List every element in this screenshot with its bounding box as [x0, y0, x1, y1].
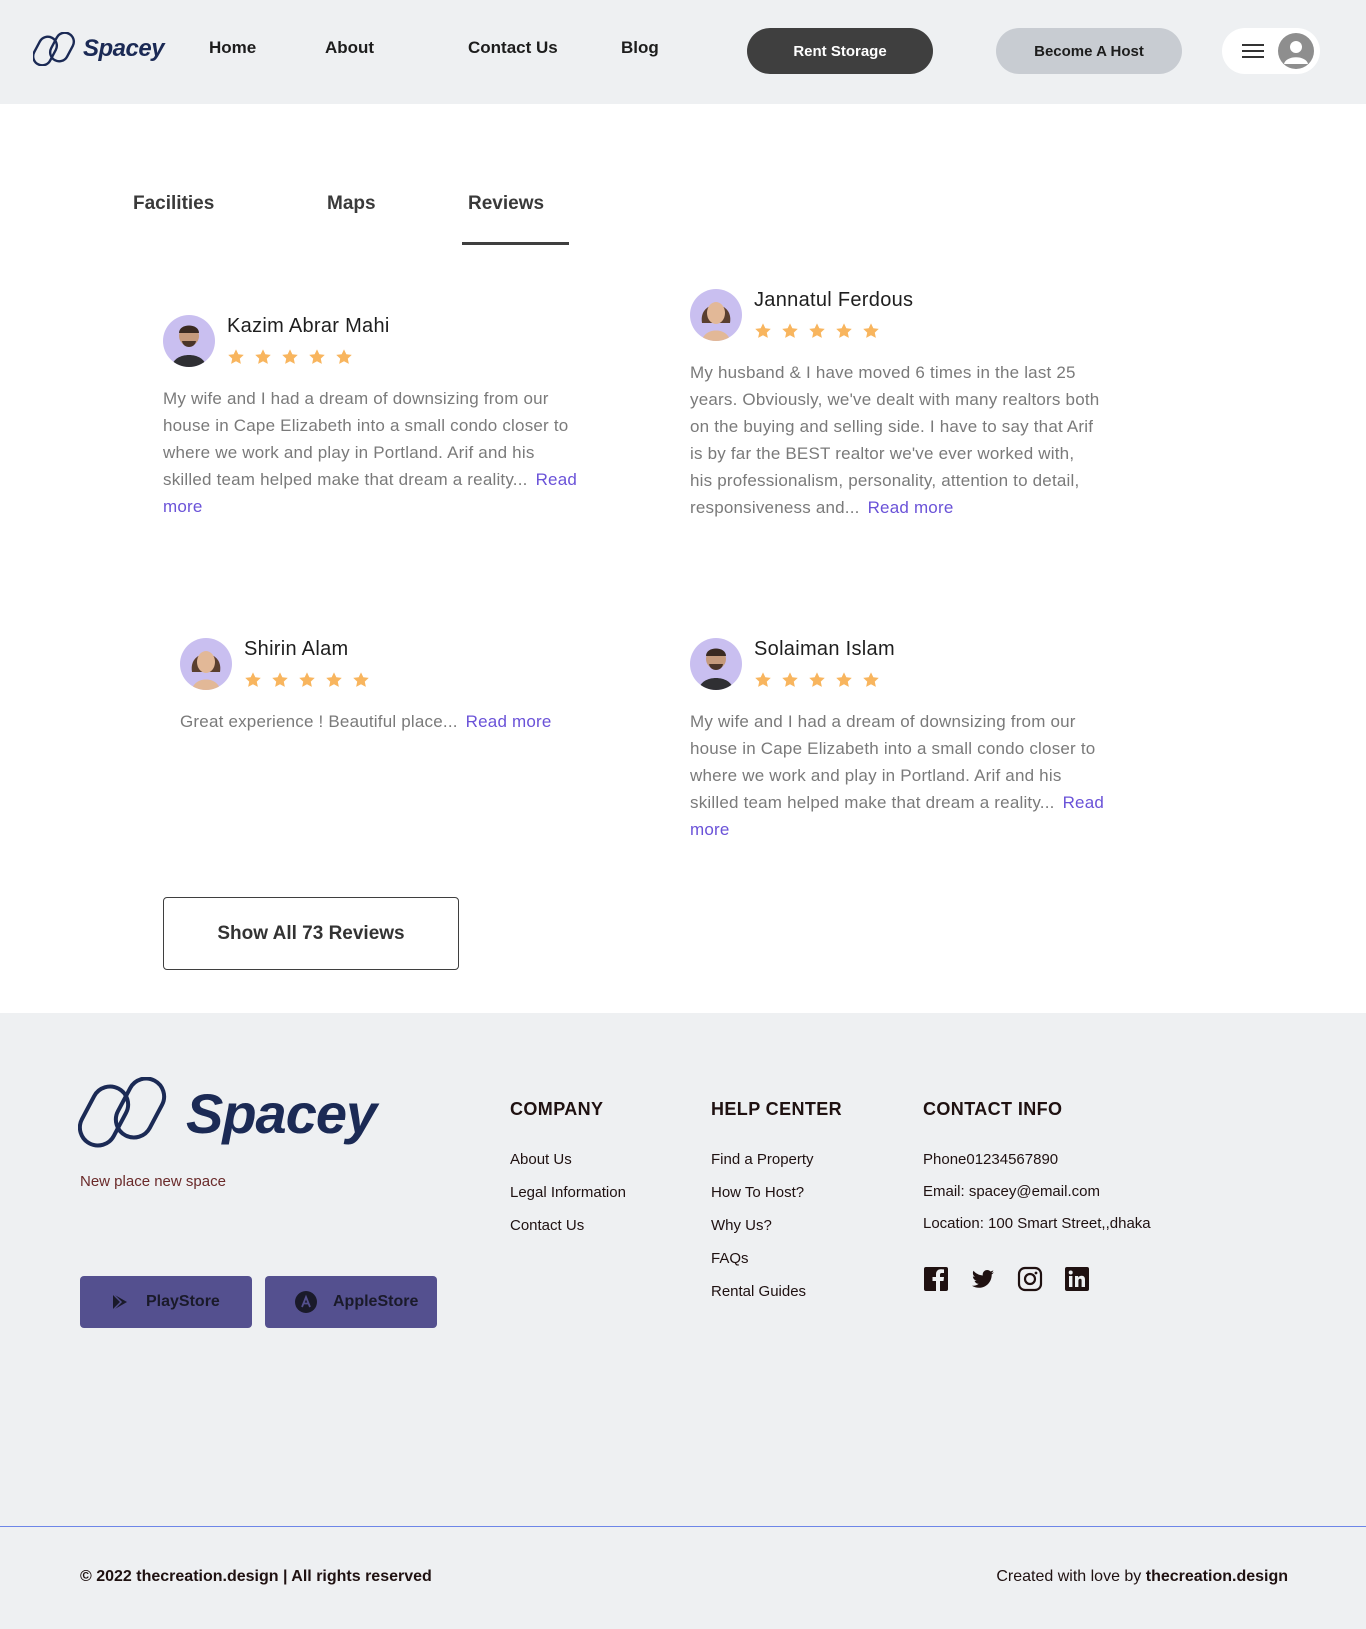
- footer-link-how-to-host[interactable]: How To Host?: [711, 1184, 804, 1201]
- star-icon: [755, 672, 771, 687]
- star-icon: [782, 672, 798, 687]
- footer-link-why-us[interactable]: Why Us?: [711, 1217, 772, 1234]
- active-tab-indicator: [462, 242, 569, 245]
- star-icon: [255, 349, 271, 364]
- star-icon: [836, 672, 852, 687]
- app-store-icon: [295, 1291, 317, 1313]
- user-avatar-icon: [1278, 33, 1314, 69]
- help-center-heading: HELP CENTER: [711, 1099, 843, 1119]
- reviewer-avatar: [690, 638, 742, 690]
- nav-blog[interactable]: Blog: [621, 38, 659, 58]
- applestore-label: AppleStore: [333, 1293, 419, 1310]
- applestore-button[interactable]: AppleStore: [265, 1276, 437, 1328]
- star-rating: [754, 671, 895, 689]
- company-heading: COMPANY: [510, 1099, 604, 1119]
- review-card: Jannatul Ferdous My husband & I have mov…: [690, 289, 1100, 521]
- twitter-icon[interactable]: [970, 1266, 996, 1292]
- footer-divider: [0, 1526, 1366, 1527]
- star-icon: [299, 672, 315, 687]
- review-card: Kazim Abrar Mahi My wife and I had a dre…: [163, 315, 583, 520]
- contact-email: Email: spacey@email.com: [923, 1183, 1100, 1200]
- star-icon: [836, 323, 852, 338]
- spacey-logo-icon: [33, 32, 76, 66]
- playstore-button[interactable]: PlayStore: [80, 1276, 252, 1328]
- credits-text: Created with love by thecreation.design: [996, 1568, 1288, 1586]
- star-icon: [809, 323, 825, 338]
- linkedin-icon[interactable]: [1064, 1266, 1090, 1292]
- contact-phone: Phone01234567890: [923, 1151, 1059, 1168]
- instagram-icon[interactable]: [1017, 1266, 1043, 1292]
- nav-home[interactable]: Home: [209, 38, 256, 58]
- star-icon: [336, 349, 352, 364]
- review-text: My husband & I have moved 6 times in the…: [690, 363, 1100, 517]
- contact-info-heading: CONTACT INFO: [923, 1099, 1063, 1119]
- footer-link-contact-us[interactable]: Contact Us: [510, 1217, 584, 1234]
- star-icon: [809, 672, 825, 687]
- read-more-link[interactable]: Read more: [466, 712, 552, 731]
- footer-link-find-property[interactable]: Find a Property: [711, 1151, 814, 1168]
- tab-reviews[interactable]: Reviews: [468, 193, 544, 215]
- star-icon: [326, 672, 342, 687]
- review-text: My wife and I had a dream of downsizing …: [163, 389, 569, 489]
- reviewer-avatar: [690, 289, 742, 341]
- review-card: Shirin Alam Great experience ! Beautiful…: [180, 638, 620, 735]
- logo[interactable]: Spacey: [33, 32, 165, 66]
- tagline: New place new space: [80, 1173, 226, 1190]
- play-store-icon: [112, 1293, 127, 1311]
- star-icon: [282, 349, 298, 364]
- star-icon: [755, 323, 771, 338]
- logo-text: Spacey: [83, 35, 165, 62]
- show-all-reviews-button[interactable]: Show All 73 Reviews: [163, 897, 459, 970]
- review-card: Solaiman Islam My wife and I had a dream…: [690, 638, 1110, 843]
- review-text: Great experience ! Beautiful place...: [180, 712, 458, 731]
- spacey-logo-icon: [78, 1077, 167, 1148]
- star-rating: [227, 348, 390, 366]
- nav-about[interactable]: About: [325, 38, 374, 58]
- footer-link-about-us[interactable]: About Us: [510, 1151, 572, 1168]
- star-rating: [754, 322, 913, 340]
- footer-link-faqs[interactable]: FAQs: [711, 1250, 749, 1267]
- contact-location: Location: 100 Smart Street,,dhaka: [923, 1215, 1151, 1232]
- star-icon: [228, 349, 244, 364]
- reviewer-name: Solaiman Islam: [754, 638, 895, 660]
- star-icon: [863, 323, 879, 338]
- reviewer-name: Kazim Abrar Mahi: [227, 315, 390, 337]
- footer-logo[interactable]: Spacey: [78, 1077, 377, 1149]
- star-icon: [245, 672, 261, 687]
- nav-contact-us[interactable]: Contact Us: [468, 38, 558, 58]
- star-icon: [353, 672, 369, 687]
- star-icon: [272, 672, 288, 687]
- user-menu-button[interactable]: [1222, 28, 1320, 74]
- top-navbar: Spacey Home About Contact Us Blog Rent S…: [0, 0, 1366, 104]
- reviewer-name: Shirin Alam: [244, 638, 349, 660]
- rent-storage-button[interactable]: Rent Storage: [747, 28, 933, 74]
- copyright-text: © 2022 thecreation.design | All rights r…: [80, 1568, 432, 1585]
- playstore-label: PlayStore: [146, 1293, 220, 1310]
- review-text: My wife and I had a dream of downsizing …: [690, 712, 1096, 812]
- reviewer-avatar: [180, 638, 232, 690]
- star-icon: [782, 323, 798, 338]
- footer-link-legal-information[interactable]: Legal Information: [510, 1184, 626, 1201]
- tab-facilities[interactable]: Facilities: [133, 193, 214, 215]
- star-rating: [244, 671, 370, 689]
- credits-prefix: Created with love by: [996, 1568, 1146, 1585]
- footer-link-rental-guides[interactable]: Rental Guides: [711, 1283, 806, 1300]
- read-more-link[interactable]: Read more: [868, 498, 954, 517]
- footer-logo-text: Spacey: [186, 1081, 377, 1145]
- become-host-button[interactable]: Become A Host: [996, 28, 1182, 74]
- facebook-icon[interactable]: [923, 1266, 949, 1292]
- star-icon: [863, 672, 879, 687]
- footer: Spacey New place new space PlayStore App…: [0, 1013, 1366, 1629]
- reviewer-avatar: [163, 315, 215, 367]
- tab-maps[interactable]: Maps: [327, 193, 376, 215]
- star-icon: [309, 349, 325, 364]
- reviewer-name: Jannatul Ferdous: [754, 289, 914, 311]
- credits-brand-link[interactable]: thecreation.design: [1146, 1568, 1288, 1585]
- hamburger-icon: [1242, 44, 1264, 58]
